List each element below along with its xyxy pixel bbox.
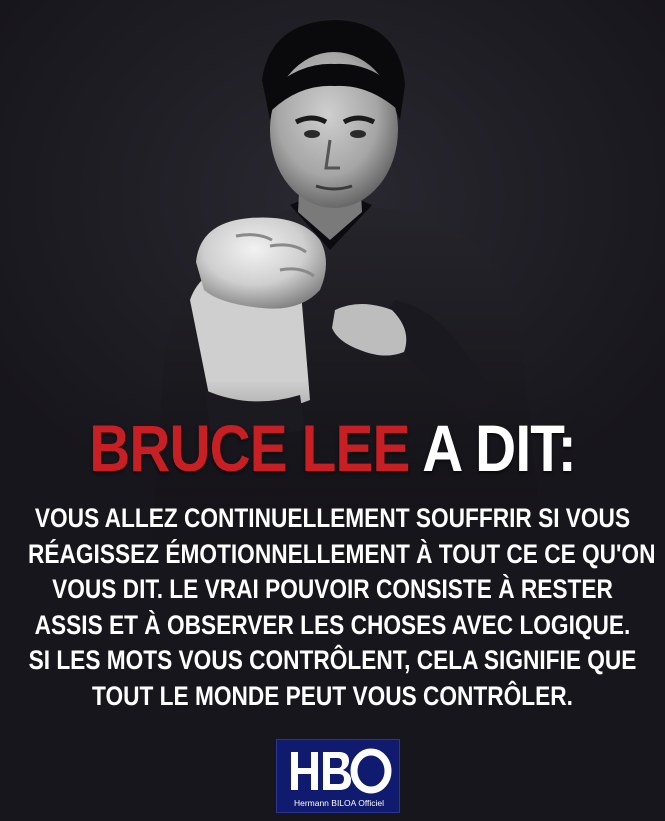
logo-caption: Hermann BILOA Officiel xyxy=(293,798,385,808)
title-name: BRUCE LEE xyxy=(89,411,410,485)
title-rest: A DIT: xyxy=(422,411,576,485)
quote-poster: BRUCE LEE A DIT: VOUS ALLEZ CONTINUELLEM… xyxy=(0,0,665,821)
title-heading: BRUCE LEE A DIT: xyxy=(47,408,619,488)
quote-line: RÉAGISSEZ ÉMOTIONNELLEMENT À TOUT CE CE … xyxy=(28,538,656,569)
quote-line: TOUT LE MONDE PEUT VOUS CONTRÔLER. xyxy=(92,680,573,711)
quote-line: ASSIS ET À OBSERVER LES CHOSES AVEC LOGI… xyxy=(34,609,631,640)
quote-line: SI LES MOTS VOUS CONTRÔLENT, CELA SIGNIF… xyxy=(28,645,637,675)
quote-line: VOUS DIT. LE VRAI POUVOIR CONSISTE À RES… xyxy=(52,574,613,604)
quote-line: VOUS ALLEZ CONTINUELLEMENT SOUFFRIR SI V… xyxy=(34,503,631,533)
hbo-logo: Hermann BILOA Officiel xyxy=(276,739,400,813)
quote-text: VOUS ALLEZ CONTINUELLEMENT SOUFFRIR SI V… xyxy=(28,501,656,714)
hbo-monogram-icon xyxy=(291,748,392,794)
